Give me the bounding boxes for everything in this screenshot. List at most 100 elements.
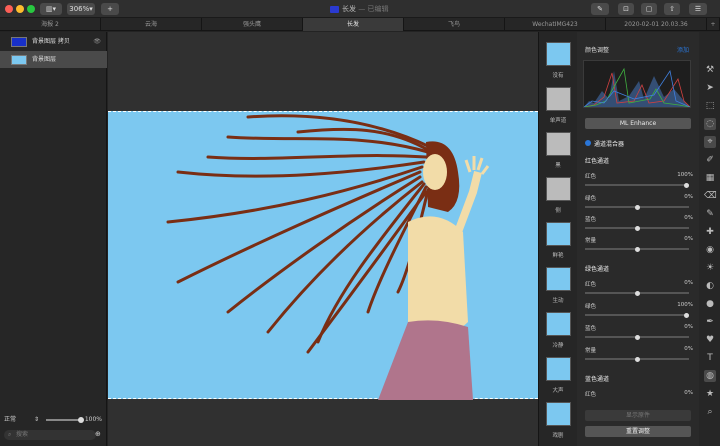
green-red-slider[interactable]: [585, 290, 689, 296]
red-red-slider[interactable]: [585, 182, 689, 188]
slider-label: 蓝色: [585, 217, 597, 223]
opacity-knob[interactable]: [78, 417, 84, 423]
close-window-button[interactable]: [5, 5, 13, 13]
slider-knob[interactable]: [635, 246, 640, 252]
preset-label: 没有: [552, 73, 564, 79]
slider-value: 0%: [684, 324, 693, 330]
add-layer-icon[interactable]: ⊕: [95, 430, 101, 438]
preset-label: 生动: [552, 298, 564, 304]
preset-thumb-calm[interactable]: [546, 312, 571, 336]
tab-wechat-img[interactable]: WechatIMG423: [505, 18, 606, 31]
preset-thumb-lively[interactable]: [546, 267, 571, 291]
slider-knob[interactable]: [635, 204, 640, 210]
stepper-icon[interactable]: ⇕: [34, 414, 39, 425]
magic-select-icon[interactable]: ⌖: [704, 136, 716, 148]
text-icon[interactable]: T: [704, 352, 716, 364]
mixer-title[interactable]: 通道混合器: [594, 139, 624, 148]
preset-thumb-none[interactable]: [546, 42, 571, 66]
pen-icon[interactable]: ✒: [704, 316, 716, 328]
tab-yunhai[interactable]: 云海: [101, 18, 202, 31]
zoom-level-dropdown[interactable]: 306%▾: [67, 3, 95, 15]
adjustments-button[interactable]: ☰: [689, 3, 707, 15]
preset-thumb-mono[interactable]: [546, 87, 571, 111]
preset-thumb-black[interactable]: [546, 132, 571, 156]
green-constant-slider[interactable]: [585, 356, 689, 362]
slider-knob[interactable]: [684, 182, 689, 188]
mixer-toggle-icon[interactable]: [585, 140, 591, 146]
blur-icon[interactable]: ◉: [704, 244, 716, 256]
reset-adjustments-button[interactable]: 重置调整: [585, 426, 691, 437]
wand-icon[interactable]: ⚒: [704, 64, 716, 76]
slider-value: 0%: [684, 194, 693, 200]
pointer-icon[interactable]: ➤: [704, 82, 716, 94]
preset-label: 鲜艳: [552, 253, 564, 259]
preset-label: 冷静: [552, 343, 564, 349]
brush-tool-button[interactable]: ✎: [591, 3, 609, 15]
new-tab-button[interactable]: +: [707, 18, 720, 31]
red-blue-slider[interactable]: [585, 225, 689, 231]
tab-eagle[interactable]: 强头鹰: [202, 18, 303, 31]
visibility-icon[interactable]: 👁: [93, 33, 101, 50]
sidebar-toggle-button[interactable]: ▥▾: [40, 3, 62, 15]
preset-thumb-loud[interactable]: [546, 357, 571, 381]
heal-icon[interactable]: ✚: [704, 226, 716, 238]
title-bar: ▥▾ 306%▾ + 长发 — 已编辑 ✎ ⊡ ▢ ⇧ ☰: [0, 0, 720, 18]
sponge-icon[interactable]: ◐: [704, 280, 716, 292]
add-button[interactable]: +: [101, 3, 119, 15]
layer-item[interactable]: 背景图层 拷贝 👁: [0, 33, 107, 50]
zoom-window-button[interactable]: [27, 5, 35, 13]
red-green-slider[interactable]: [585, 204, 689, 210]
add-adjustment-link[interactable]: 添加: [677, 45, 689, 54]
image-canvas[interactable]: [108, 111, 538, 400]
slider-value: 0%: [684, 236, 693, 242]
marquee-icon[interactable]: ⬚: [704, 100, 716, 112]
tab-bird[interactable]: 飞鸟: [404, 18, 505, 31]
heart-icon[interactable]: ♥: [704, 334, 716, 346]
zoom-icon[interactable]: ⌕: [704, 406, 716, 418]
tab-long-hair[interactable]: 长发: [303, 18, 404, 31]
document-status: — 已编辑: [358, 5, 389, 13]
tab-haibao[interactable]: 海报 2: [0, 18, 101, 31]
green-channel-heading: 绿色通道: [585, 266, 610, 273]
red-constant-slider[interactable]: [585, 246, 689, 252]
slider-knob[interactable]: [635, 356, 640, 362]
color-adjust-panel: 颜色调整 添加 ML Enhance 通道混合器 红色通道 红色 100% 绿色…: [579, 32, 695, 446]
preset-label: 黑: [555, 163, 561, 169]
layer-search-input[interactable]: ⌕ 搜索: [4, 430, 96, 440]
slider-knob[interactable]: [635, 225, 640, 231]
layer-name: 背景图层 拷贝: [32, 38, 70, 45]
slider-knob[interactable]: [684, 312, 689, 318]
lighten-icon[interactable]: ☀: [704, 262, 716, 274]
brush-icon[interactable]: ✐: [704, 154, 716, 166]
slider-knob[interactable]: [635, 334, 640, 340]
tab-screenshot[interactable]: 2020-02-01 20.03.36: [606, 18, 707, 31]
slider-label: 红色: [585, 392, 597, 398]
preset-strip: 没有 单声道 黑 侧 鲜艳 生动 冷静 大声 戏剧: [539, 32, 577, 446]
color-adjust-icon[interactable]: ◍: [704, 370, 716, 382]
green-blue-slider[interactable]: [585, 334, 689, 340]
blend-mode-select[interactable]: 正常: [4, 416, 16, 423]
layer-item-selected[interactable]: 背景图层: [0, 51, 107, 68]
clone-icon[interactable]: ✎: [704, 208, 716, 220]
minimize-window-button[interactable]: [16, 5, 24, 13]
slider-value: 0%: [684, 215, 693, 221]
preset-thumb-side[interactable]: [546, 177, 571, 201]
crop-button[interactable]: ⊡: [618, 3, 634, 15]
eraser-icon[interactable]: ⌫: [704, 190, 717, 202]
ml-enhance-button[interactable]: ML Enhance: [585, 118, 691, 129]
share-button[interactable]: ⇧: [664, 3, 680, 15]
lasso-icon[interactable]: ◌: [704, 118, 716, 130]
canvas-area[interactable]: [108, 32, 538, 446]
shape-icon[interactable]: ●: [704, 298, 716, 310]
preset-thumb-vivid[interactable]: [546, 222, 571, 246]
show-original-button[interactable]: 显示原件: [585, 410, 691, 421]
document-button[interactable]: ▢: [641, 3, 657, 15]
slider-value: 0%: [684, 346, 693, 352]
layers-panel: 背景图层 拷贝 👁 背景图层 正常 ⇕ 100% ⌕ 搜索 ⊕: [0, 32, 107, 446]
opacity-slider[interactable]: [46, 417, 84, 423]
gradient-icon[interactable]: ▦: [704, 172, 716, 184]
preset-thumb-dramatic[interactable]: [546, 402, 571, 426]
green-green-slider[interactable]: [585, 312, 689, 318]
star-icon[interactable]: ★: [704, 388, 716, 400]
slider-knob[interactable]: [635, 290, 640, 296]
